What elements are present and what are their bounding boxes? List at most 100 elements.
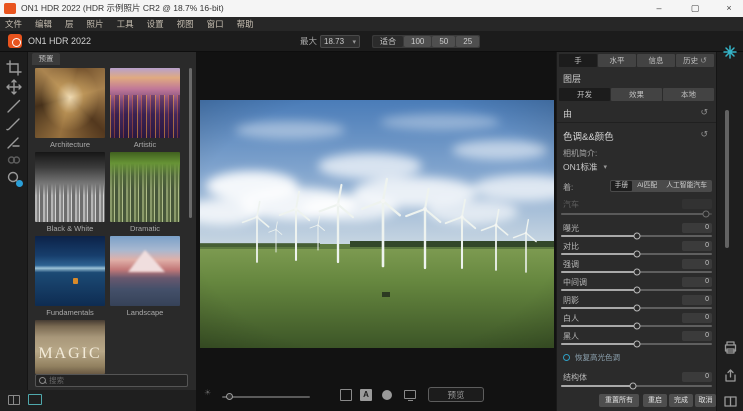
brush-tool-icon[interactable] <box>6 116 22 132</box>
auto-slider-value[interactable] <box>682 199 712 209</box>
pen-tool-icon[interactable] <box>6 98 22 114</box>
preset-tile-architecture[interactable] <box>35 68 105 138</box>
whites-value[interactable]: 0 <box>682 313 712 323</box>
whites-slider[interactable] <box>561 325 712 327</box>
slider-handle[interactable] <box>630 383 637 390</box>
monitor-icon[interactable] <box>404 390 416 399</box>
preset-tile-fundamentals[interactable] <box>35 236 105 306</box>
fit-button[interactable]: 适合 <box>373 36 403 47</box>
whites-label: 白人 <box>563 313 579 324</box>
slider-handle[interactable] <box>633 287 640 294</box>
done-button[interactable]: 完成 <box>669 394 693 407</box>
blacks-slider[interactable] <box>561 343 712 345</box>
preview-button[interactable]: 预览 <box>428 387 484 402</box>
split-view-icon[interactable] <box>723 394 738 409</box>
tame-highlights-toggle[interactable]: 恢复高光色调 <box>563 352 620 363</box>
slider-handle[interactable] <box>633 251 640 258</box>
slider-handle[interactable] <box>633 323 640 330</box>
auto-slider-track[interactable] <box>561 213 712 215</box>
tab-history[interactable]: 历史 ↺ <box>676 54 714 67</box>
soft-proof-icon[interactable] <box>382 389 394 401</box>
crop-tool-icon[interactable] <box>6 60 22 76</box>
menu-item-view[interactable]: 视图 <box>177 18 194 30</box>
menu-item-file[interactable]: 文件 <box>5 18 22 30</box>
reset-all-button[interactable]: 重置所有 <box>599 394 639 407</box>
cancel-button[interactable]: 取消 <box>695 394 716 407</box>
auto-badge-icon[interactable]: A <box>360 389 372 401</box>
mode-ai-auto-button[interactable]: 人工智能汽车 <box>662 181 711 191</box>
ai-mask-tool-icon[interactable] <box>6 170 22 186</box>
search-input[interactable] <box>49 376 187 385</box>
tab-local[interactable]: 本地 <box>663 88 714 101</box>
menu-item-window[interactable]: 窗口 <box>207 18 224 30</box>
move-tool-icon[interactable] <box>6 79 22 95</box>
menu-item-tools[interactable]: 工具 <box>117 18 134 30</box>
mode-ai-match-button[interactable]: AI匹配 <box>633 181 661 191</box>
reset-button[interactable]: 重启 <box>643 394 667 407</box>
highlights-slider[interactable] <box>561 271 712 273</box>
slider-handle[interactable] <box>702 211 709 218</box>
preset-tile-dramatic[interactable] <box>110 152 180 222</box>
chain-tool-icon[interactable] <box>6 152 22 168</box>
slider-handle[interactable] <box>633 233 640 240</box>
photo-wind-turbines[interactable] <box>200 100 554 348</box>
shadows-slider[interactable] <box>561 307 712 309</box>
contrast-slider[interactable] <box>561 253 712 255</box>
print-icon[interactable] <box>723 340 738 355</box>
highlights-label: 强调 <box>563 259 579 270</box>
minimize-button[interactable]: – <box>645 0 673 17</box>
camera-profile-dropdown[interactable]: ON1标准 ▾ <box>563 161 607 173</box>
tab-info[interactable]: 信息 <box>637 54 675 67</box>
zoom-25-button[interactable]: 25 <box>456 36 479 47</box>
browse-view-icon[interactable] <box>8 395 20 405</box>
zoom-slider[interactable] <box>222 396 310 398</box>
edit-view-icon[interactable] <box>28 394 42 405</box>
tab-navigator[interactable]: 手 <box>559 54 597 67</box>
menu-item-photo[interactable]: 照片 <box>87 18 104 30</box>
structure-value[interactable]: 0 <box>682 372 712 382</box>
mode-manual-button[interactable]: 手册 <box>611 181 633 191</box>
slider-handle[interactable] <box>633 269 640 276</box>
blacks-value[interactable]: 0 <box>682 331 712 341</box>
maximize-button[interactable]: ▢ <box>681 0 709 17</box>
contrast-label: 对比 <box>563 241 579 252</box>
compare-box-icon[interactable] <box>340 389 352 401</box>
contrast-value[interactable]: 0 <box>682 241 712 251</box>
refine-brush-tool-icon[interactable] <box>6 134 22 150</box>
menu-item-layer[interactable]: 层 <box>65 18 74 30</box>
menu-item-help[interactable]: 帮助 <box>237 18 254 30</box>
pane-reset-icon[interactable]: ↺ <box>700 107 708 118</box>
exposure-value[interactable]: 0 <box>682 223 712 233</box>
preset-search-box <box>35 374 188 387</box>
sync-icon[interactable] <box>723 45 737 59</box>
preset-tile-artistic[interactable] <box>110 68 180 138</box>
tone-reset-icon[interactable]: ↺ <box>700 129 708 140</box>
shadows-value[interactable]: 0 <box>682 295 712 305</box>
presets-scrollbar[interactable] <box>189 68 192 218</box>
menu-item-settings[interactable]: 设置 <box>147 18 164 30</box>
structure-slider[interactable] <box>561 385 712 387</box>
export-icon[interactable] <box>723 368 738 383</box>
tab-effects[interactable]: 效果 <box>611 88 662 101</box>
preset-tile-magic[interactable]: MAGIC <box>35 320 105 374</box>
tab-levels[interactable]: 水平 <box>598 54 636 67</box>
midtones-slider[interactable] <box>561 289 712 291</box>
presets-tab[interactable]: 预置 <box>32 53 60 65</box>
menu-item-edit[interactable]: 编辑 <box>35 18 52 30</box>
preset-label: Artistic <box>110 140 180 149</box>
zoom-100-button[interactable]: 100 <box>404 36 431 47</box>
highlights-value[interactable]: 0 <box>682 259 712 269</box>
midtones-value[interactable]: 0 <box>682 277 712 287</box>
preset-tile-landscape[interactable] <box>110 236 180 306</box>
close-button[interactable]: × <box>715 0 743 17</box>
slider-handle[interactable] <box>633 341 640 348</box>
panel-scrollbar[interactable] <box>725 110 729 248</box>
title-bar: ON1 HDR 2022 (HDR 示例照片 CR2 @ 18.7% 16-bi… <box>0 0 743 17</box>
zoom-50-button[interactable]: 50 <box>432 36 455 47</box>
tab-develop[interactable]: 开发 <box>559 88 610 101</box>
zoom-level-dropdown[interactable]: 18.73 ▾ <box>320 35 360 48</box>
zoom-slider-handle[interactable] <box>226 393 233 400</box>
slider-handle[interactable] <box>633 305 640 312</box>
exposure-slider[interactable] <box>561 235 712 237</box>
preset-tile-black-white[interactable] <box>35 152 105 222</box>
